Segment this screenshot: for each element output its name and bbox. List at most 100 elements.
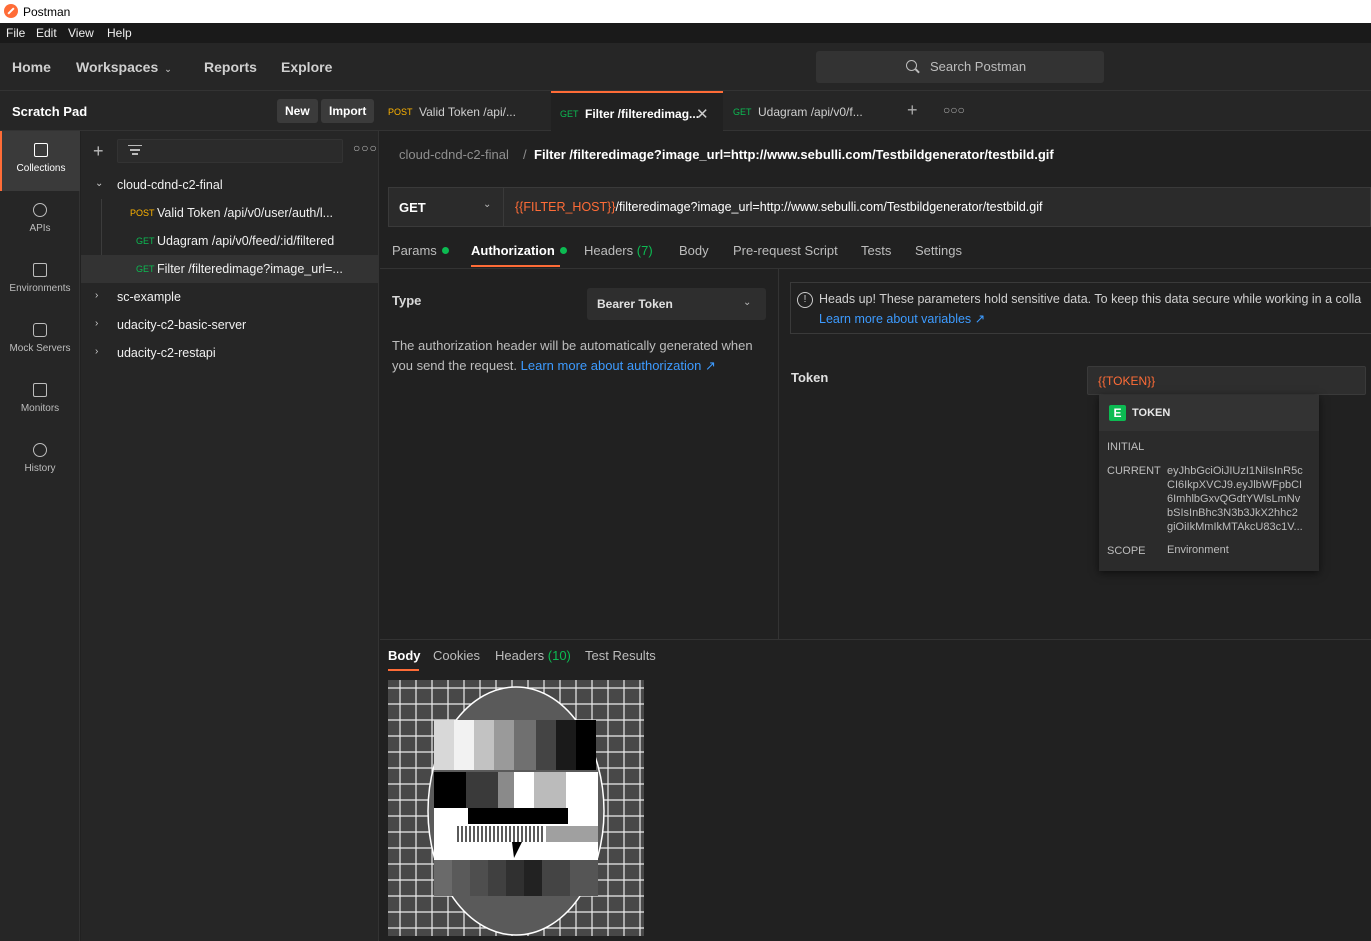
nav-workspaces[interactable]: Workspaces ⌄ <box>76 59 172 75</box>
tab-filter[interactable]: GET Filter /filteredimag... ✕ <box>551 91 723 131</box>
active-tab-indicator <box>471 265 560 267</box>
menu-help[interactable]: Help <box>107 26 132 40</box>
nav-explore[interactable]: Explore <box>281 59 332 75</box>
tab-title: Valid Token /api/... <box>419 105 516 119</box>
response-tab-headers-label: Headers <box>495 648 545 663</box>
tab-headers[interactable]: Headers (7) <box>584 243 653 258</box>
chevron-down-icon: ⌄ <box>95 178 104 189</box>
rail-history-label: History <box>24 463 56 474</box>
tab-body[interactable]: Body <box>679 243 709 258</box>
collection-item[interactable]: › udacity-c2-basic-server <box>81 311 379 339</box>
token-input[interactable]: {{TOKEN}} <box>1087 366 1366 395</box>
tab-tests[interactable]: Tests <box>861 243 891 258</box>
filter-input[interactable] <box>117 139 343 163</box>
tab-params[interactable]: Params <box>392 243 449 258</box>
method-value: GET <box>399 200 426 215</box>
tab-title: Filter /filteredimag... <box>585 107 700 121</box>
history-icon <box>33 443 47 457</box>
rail-apis[interactable]: APIs <box>0 191 80 251</box>
rail-collections[interactable]: Collections <box>0 131 80 191</box>
collection-name: udacity-c2-basic-server <box>117 318 247 332</box>
status-dot <box>441 247 449 254</box>
top-nav: Home Workspaces ⌄ Reports Explore Search … <box>0 43 1371 91</box>
response-tab-headers[interactable]: Headers (10) <box>495 648 571 663</box>
new-button[interactable]: New <box>277 99 318 123</box>
scope-label: SCOPE <box>1107 545 1146 557</box>
workspace-title: Scratch Pad <box>12 104 88 119</box>
breadcrumb-collection[interactable]: cloud-cdnd-c2-final <box>399 147 509 162</box>
environments-icon <box>33 263 47 277</box>
monitor-icon <box>33 383 47 397</box>
sidebar-header: Scratch Pad New Import <box>0 91 380 131</box>
tab-valid-token[interactable]: POST Valid Token /api/... <box>380 91 551 131</box>
window-title: Postman <box>23 5 71 19</box>
menu-view[interactable]: View <box>68 26 94 40</box>
rail-environments-label: Environments <box>9 283 71 294</box>
response-tab-test-results[interactable]: Test Results <box>585 648 656 663</box>
learn-variables-link[interactable]: Learn more about variables ↗ <box>819 311 985 326</box>
response-tab-cookies[interactable]: Cookies <box>433 648 480 663</box>
nav-workspaces-label: Workspaces <box>76 59 159 75</box>
response-divider[interactable] <box>380 639 1371 640</box>
new-tab-icon[interactable]: + <box>907 100 918 121</box>
breadcrumb-separator: / <box>523 147 527 162</box>
auth-type-value: Bearer Token <box>597 297 673 311</box>
collections-icon <box>34 143 48 157</box>
status-dot <box>559 247 567 254</box>
tab-authorization[interactable]: Authorization <box>471 243 567 258</box>
more-options-icon[interactable]: ○○○ <box>353 141 378 155</box>
url-input[interactable]: {{FILTER_HOST}}/filteredimage?image_url=… <box>515 200 1042 214</box>
tab-method: POST <box>388 107 413 117</box>
learn-auth-link[interactable]: Learn more about authorization ↗ <box>521 358 716 373</box>
tab-settings[interactable]: Settings <box>915 243 962 258</box>
tab-options-icon[interactable]: ○○○ <box>943 103 965 117</box>
current-value-line: giOiIkMmIkMTAkcU83c1V... <box>1167 521 1303 533</box>
tab-prerequest-script[interactable]: Pre-request Script <box>733 243 838 258</box>
request-item-selected[interactable]: GET Filter /filteredimage?image_url=... <box>81 255 379 283</box>
chevron-down-icon: ⌄ <box>483 199 492 210</box>
menu-edit[interactable]: Edit <box>36 26 57 40</box>
chevron-down-icon: ⌄ <box>743 297 752 308</box>
title-bar: Postman <box>0 0 1371 23</box>
request-method: GET <box>136 236 155 246</box>
request-name: Filter /filteredimage?image_url=... <box>157 262 343 276</box>
environment-badge: E <box>1109 405 1126 421</box>
response-tab-body[interactable]: Body <box>388 648 421 663</box>
tab-authorization-label: Authorization <box>471 243 555 258</box>
import-button[interactable]: Import <box>321 99 375 123</box>
response-image <box>388 680 644 936</box>
rail-environments[interactable]: Environments <box>0 251 80 311</box>
tab-method: GET <box>733 107 752 117</box>
menu-bar: File Edit View Help <box>0 23 1371 43</box>
nav-home[interactable]: Home <box>12 59 51 75</box>
add-collection-icon[interactable]: + <box>93 141 104 162</box>
scope-value: Environment <box>1167 544 1229 556</box>
menu-file[interactable]: File <box>6 26 25 40</box>
auth-type-label: Type <box>392 293 422 308</box>
request-item[interactable]: POST Valid Token /api/v0/user/auth/l... <box>81 199 379 227</box>
breadcrumb-request[interactable]: Filter /filteredimage?image_url=http://w… <box>534 147 1054 162</box>
rail-apis-label: APIs <box>29 223 51 234</box>
collection-name: cloud-cdnd-c2-final <box>117 178 223 192</box>
collection-item[interactable]: ⌄ cloud-cdnd-c2-final <box>81 171 379 199</box>
divider <box>778 269 779 639</box>
collection-item[interactable]: › sc-example <box>81 283 379 311</box>
apis-icon <box>33 203 47 217</box>
auth-type-select[interactable]: Bearer Token ⌄ <box>587 288 766 320</box>
sidebar-rail: Collections APIs Environments Mock Serve… <box>0 131 80 941</box>
rail-history[interactable]: History <box>0 431 80 491</box>
rail-mock-servers[interactable]: Mock Servers <box>0 311 80 371</box>
rail-monitors[interactable]: Monitors <box>0 371 80 431</box>
close-icon[interactable]: ✕ <box>696 105 709 123</box>
request-item[interactable]: GET Udagram /api/v0/feed/:id/filtered <box>81 227 379 255</box>
tab-udagram[interactable]: GET Udagram /api/v0/f... <box>723 91 895 131</box>
current-value-line: 6ImhlbGxvQGdtYWlsLmNv <box>1167 493 1301 505</box>
collection-item[interactable]: › udacity-c2-restapi <box>81 339 379 367</box>
nav-reports[interactable]: Reports <box>204 59 257 75</box>
search-input[interactable]: Search Postman <box>816 51 1104 83</box>
request-name: Valid Token /api/v0/user/auth/l... <box>157 206 334 220</box>
response-headers-count: (10) <box>547 648 571 663</box>
method-select[interactable]: GET ⌄ <box>389 188 504 226</box>
rail-monitors-label: Monitors <box>20 403 60 414</box>
chevron-right-icon: › <box>95 318 99 329</box>
